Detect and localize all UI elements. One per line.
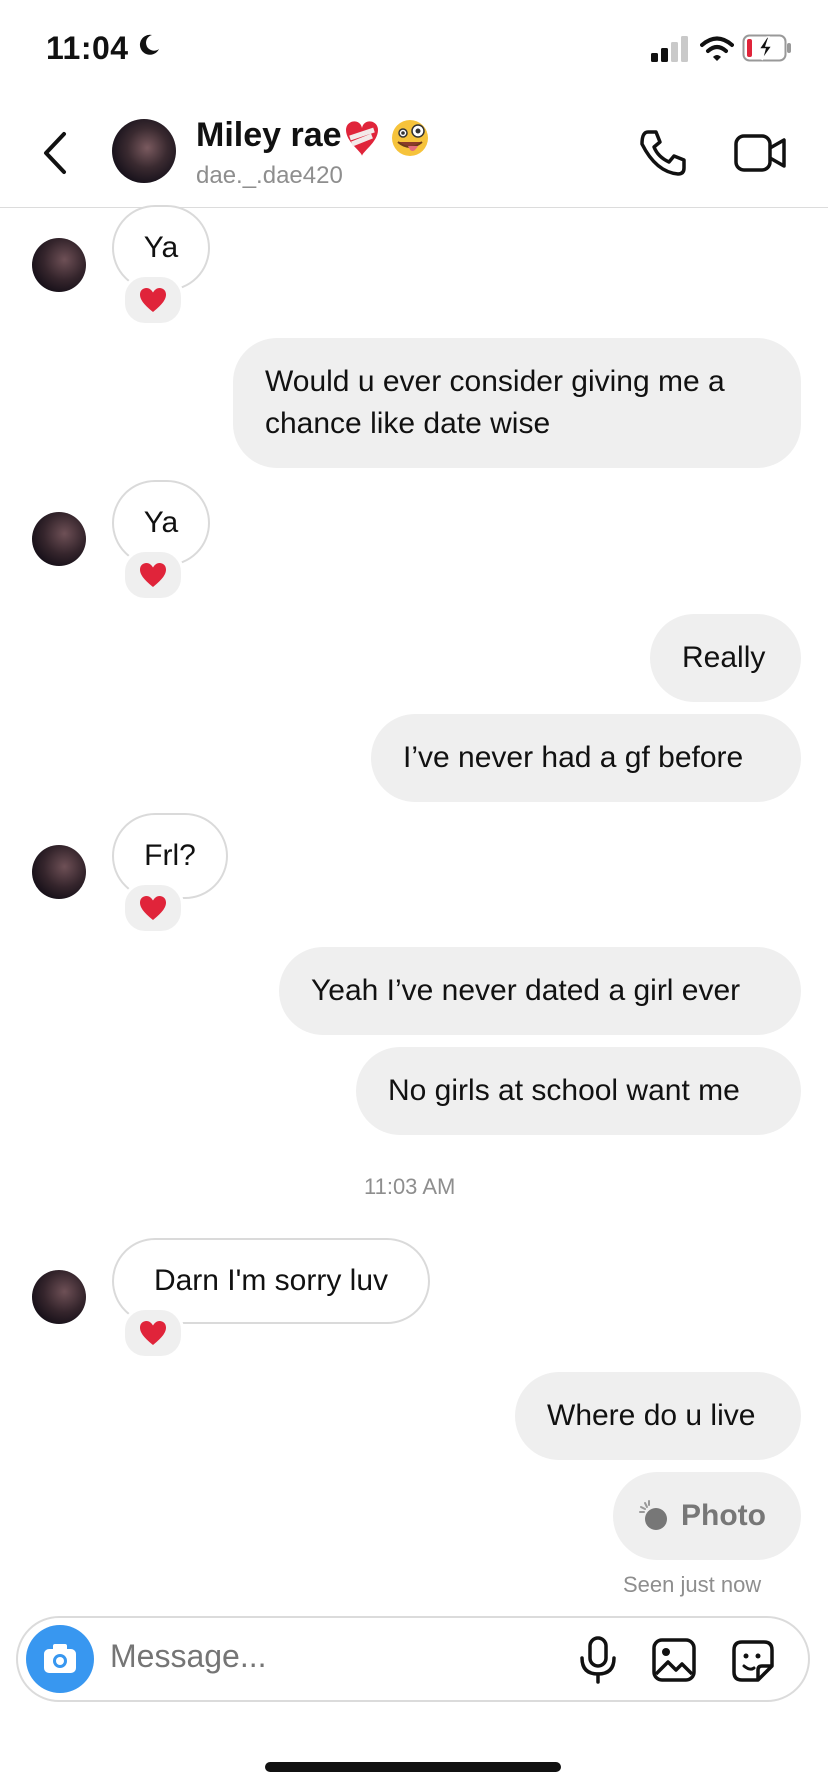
heart-reaction-icon <box>140 1321 166 1345</box>
outgoing-message[interactable]: Where do u live <box>515 1372 801 1460</box>
heart-reaction-icon <box>140 288 166 312</box>
header-divider <box>0 207 828 208</box>
sender-avatar[interactable] <box>32 845 86 899</box>
outgoing-photo-message[interactable]: Photo <box>613 1472 801 1560</box>
seen-status: Seen just now <box>623 1572 762 1597</box>
photo-label: Photo <box>681 1499 766 1532</box>
sender-avatar[interactable] <box>32 238 86 292</box>
message-reaction[interactable] <box>122 549 184 601</box>
sender-avatar[interactable] <box>32 1270 86 1324</box>
gallery-icon[interactable] <box>652 1638 696 1682</box>
outgoing-message[interactable]: Would u ever consider giving me a chance… <box>233 338 801 468</box>
wifi-icon <box>700 36 734 61</box>
battery-charging-icon <box>742 34 791 62</box>
camera-button[interactable] <box>26 1625 94 1693</box>
chat-timestamp: 11:03 AM <box>364 1174 456 1199</box>
mending-heart-emoji <box>346 120 428 156</box>
back-chevron-icon[interactable] <box>40 130 70 176</box>
outgoing-message[interactable]: Yeah I’ve never dated a girl ever <box>279 947 801 1035</box>
moon-icon <box>139 34 159 55</box>
header-avatar[interactable] <box>112 119 176 183</box>
heart-reaction-icon <box>140 563 166 587</box>
contact-name[interactable]: Miley rae <box>196 116 342 155</box>
status-time: 11:04 <box>46 30 129 66</box>
message-input[interactable] <box>110 1638 550 1675</box>
home-indicator[interactable] <box>265 1762 561 1772</box>
photo-bomb-icon <box>639 1500 667 1530</box>
video-camera-icon[interactable] <box>734 130 786 176</box>
signal-icon <box>651 36 688 62</box>
message-reaction[interactable] <box>122 882 184 934</box>
microphone-icon[interactable] <box>578 1636 618 1684</box>
camera-icon <box>44 1644 76 1673</box>
message-reaction[interactable] <box>122 1307 184 1359</box>
outgoing-message[interactable]: No girls at school want me <box>356 1047 801 1135</box>
contact-username: dae._.dae420 <box>196 162 343 189</box>
outgoing-message[interactable]: Really <box>650 614 801 702</box>
sticker-icon[interactable] <box>730 1638 776 1684</box>
outgoing-message[interactable]: I’ve never had a gf before <box>371 714 801 802</box>
phone-icon[interactable] <box>638 128 688 178</box>
heart-reaction-icon <box>140 896 166 920</box>
sender-avatar[interactable] <box>32 512 86 566</box>
message-reaction[interactable] <box>122 274 184 326</box>
